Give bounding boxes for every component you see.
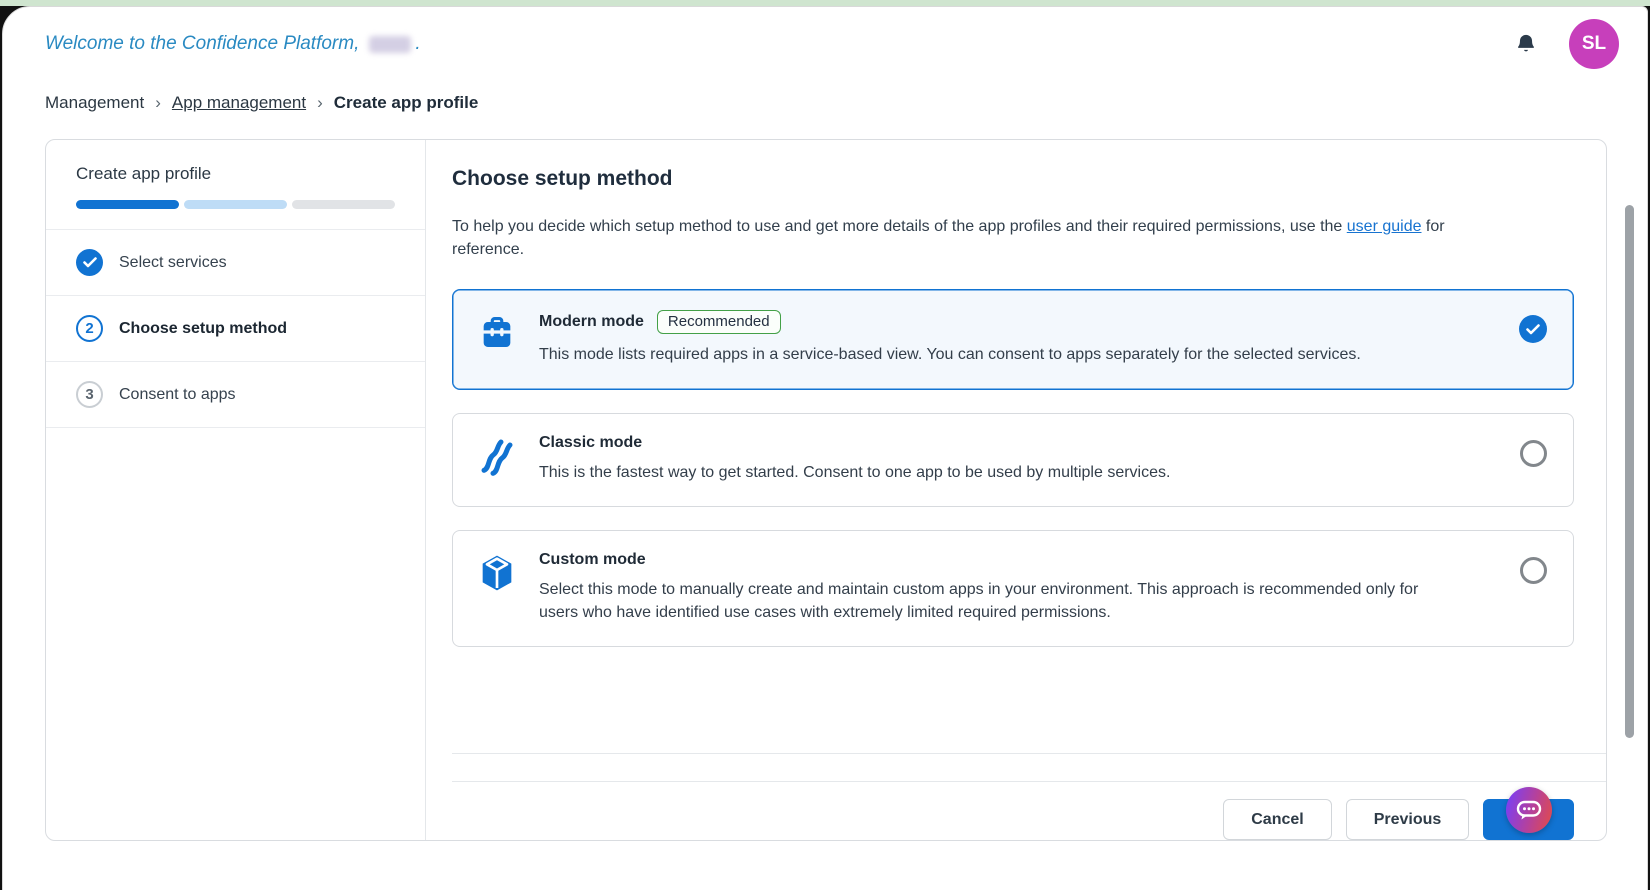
cube-icon <box>482 555 512 591</box>
avatar-initials: SL <box>1581 33 1607 54</box>
intro-text: To help you decide which setup method to… <box>452 215 1497 261</box>
step-label: Choose setup method <box>119 319 288 337</box>
radio-unselected[interactable] <box>1520 556 1547 584</box>
breadcrumb-separator-icon: › <box>155 93 161 112</box>
step-consent-to-apps[interactable]: 3 Consent to apps <box>46 361 425 428</box>
step-select-services[interactable]: Select services <box>46 229 425 295</box>
setup-method-section: Choose setup method To help you decide w… <box>452 140 1606 754</box>
header-actions: SL <box>1515 19 1623 69</box>
avatar[interactable]: SL <box>1569 19 1619 69</box>
wizard-panel: Create app profile Select services 2 Cho… <box>45 139 1607 841</box>
option-title: Classic mode <box>539 433 643 451</box>
step-choose-setup-method[interactable]: 2 Choose setup method <box>46 295 425 361</box>
option-card-modern-mode[interactable]: Modern mode Recommended This mode lists … <box>452 289 1574 390</box>
notification-bell-icon[interactable] <box>1515 32 1537 56</box>
progress-bar <box>76 200 395 209</box>
recommended-badge: Recommended <box>656 310 781 335</box>
wizard-content: Choose setup method To help you decide w… <box>426 140 1606 840</box>
option-description: This is the fastest way to get started. … <box>539 463 1171 481</box>
user-guide-link[interactable]: user guide <box>1347 218 1422 235</box>
step-label: Select services <box>119 253 227 271</box>
cancel-button[interactable]: Cancel <box>1223 799 1332 840</box>
welcome-period: . <box>415 33 421 54</box>
option-description: Select this mode to manually create and … <box>539 580 1419 621</box>
wizard-progress-header: Create app profile <box>46 140 425 229</box>
scrollbar-thumb[interactable] <box>1625 205 1634 738</box>
option-card-classic-mode[interactable]: Classic mode This is the fastest way to … <box>452 412 1574 507</box>
option-description: This mode lists required apps in a servi… <box>539 346 1361 364</box>
option-title: Modern mode <box>539 313 644 331</box>
welcome-message: Welcome to the Confidence Platform, . <box>45 33 421 55</box>
chat-support-button[interactable] <box>1506 787 1552 833</box>
option-card-custom-mode[interactable]: Custom mode Select this mode to manually… <box>452 529 1574 648</box>
radio-unselected[interactable] <box>1520 439 1547 467</box>
breadcrumb-separator-icon: › <box>317 93 323 112</box>
page-title: Choose setup method <box>452 167 673 190</box>
blurred-username <box>369 35 412 53</box>
option-card-body: Custom mode Select this mode to manually… <box>539 551 1498 624</box>
step-number-badge: 3 <box>76 381 103 408</box>
waves-icon <box>481 439 513 476</box>
progress-segment-current <box>184 200 287 209</box>
wizard-footer: Cancel Previous Next <box>452 781 1606 840</box>
header: Welcome to the Confidence Platform, . SL <box>3 7 1647 69</box>
step-number: 3 <box>85 386 94 403</box>
wizard-sidebar: Create app profile Select services 2 Cho… <box>46 140 426 840</box>
option-card-body: Classic mode This is the fastest way to … <box>539 434 1498 484</box>
progress-segment-complete <box>76 200 179 209</box>
breadcrumb: Management › App management › Create app… <box>45 93 1647 113</box>
selected-check-icon[interactable] <box>1519 315 1547 344</box>
step-complete-check-icon <box>76 249 103 276</box>
breadcrumb-app-management-link[interactable]: App management <box>172 93 306 113</box>
step-number: 2 <box>85 320 94 337</box>
progress-segment-upcoming <box>292 200 395 209</box>
app-page: Welcome to the Confidence Platform, . SL… <box>2 6 1648 890</box>
toolbox-icon <box>483 317 511 348</box>
chat-bubble-icon <box>1516 800 1542 820</box>
previous-button[interactable]: Previous <box>1345 799 1470 840</box>
intro-before-link: To help you decide which setup method to… <box>452 218 1347 235</box>
step-label: Consent to apps <box>119 385 236 403</box>
step-number-badge: 2 <box>76 315 103 342</box>
welcome-text: Welcome to the Confidence Platform, <box>45 33 360 54</box>
breadcrumb-current-page: Create app profile <box>333 93 479 112</box>
option-title: Custom mode <box>539 550 646 568</box>
breadcrumb-management[interactable]: Management <box>45 93 144 113</box>
option-card-body: Modern mode Recommended This mode lists … <box>539 310 1497 366</box>
wizard-title: Create app profile <box>76 164 212 183</box>
